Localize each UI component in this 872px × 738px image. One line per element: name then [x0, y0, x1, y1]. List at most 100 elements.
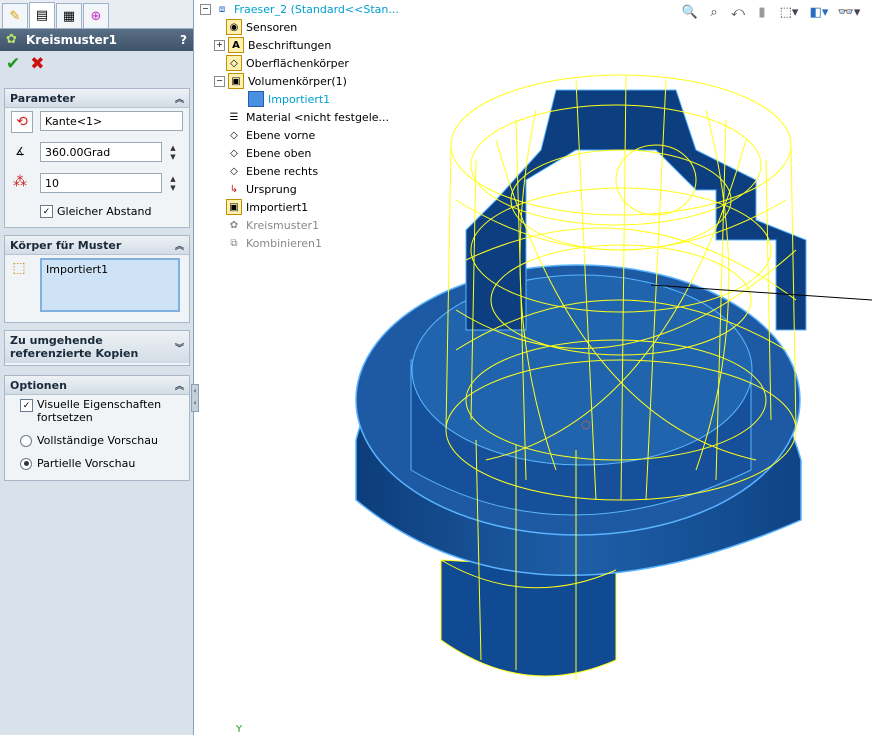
skip-instances-group: Zu umgehende referenzierte Kopien ︾	[4, 330, 190, 366]
expand-icon[interactable]: ︾	[175, 341, 184, 354]
dimxpert-tab[interactable]: ⊕	[83, 3, 109, 28]
glasses-icon: 👓▾	[837, 4, 861, 20]
radio-icon	[20, 457, 32, 470]
inner-top	[411, 274, 753, 466]
collapse-toggle-icon[interactable]: −	[200, 3, 211, 15]
section-view-button[interactable]: ▮	[752, 2, 772, 22]
parameter-header[interactable]: Parameter ︽	[5, 89, 189, 108]
tree-item-ebene-oben[interactable]: ◇ Ebene oben	[226, 144, 311, 162]
angle-spinner[interactable]: ▲ ▼	[168, 144, 178, 162]
display-style-icon: ◧▾	[809, 4, 829, 20]
instances-spinner[interactable]: ▲ ▼	[168, 175, 178, 193]
expand-toggle-icon[interactable]: +	[214, 39, 225, 51]
check-icon: ✓	[40, 205, 53, 218]
previous-view-button[interactable]: ⤺	[728, 2, 748, 22]
tree-item-kreismuster1[interactable]: ✿ Kreismuster1	[226, 216, 319, 234]
reverse-direction-icon[interactable]: ⟲	[11, 111, 33, 133]
options-header[interactable]: Optionen ︽	[5, 376, 189, 395]
full-preview-radio[interactable]: Vollständige Vorschau	[20, 434, 158, 447]
angle-icon: ∡	[15, 144, 25, 158]
angle-input[interactable]: 360.00Grad	[40, 142, 162, 162]
equal-spacing-label: Gleicher Abstand	[57, 205, 152, 218]
tree-item-label: Material <nicht festgele...	[246, 110, 390, 124]
bodies-list[interactable]: Importiert1	[40, 258, 180, 312]
tree-item-ebene-vorne[interactable]: ◇ Ebene vorne	[226, 126, 315, 144]
zoom-to-area-button[interactable]: ⌕	[704, 2, 724, 22]
edge-selection-field[interactable]: Kante<1>	[40, 111, 183, 131]
tree-item-importiert1-feature[interactable]: ▣ Importiert1	[226, 198, 308, 216]
body-icon	[248, 91, 264, 107]
view-orientation-icon: ⬚▾	[779, 4, 799, 20]
help-button[interactable]: ?	[180, 33, 187, 47]
feature-manager-icon: ✎	[9, 8, 21, 24]
hide-show-button[interactable]: 👓▾	[836, 2, 862, 22]
tree-item-ursprung[interactable]: ↳ Ursprung	[226, 180, 297, 198]
feature-manager-tab[interactable]: ✎	[2, 3, 28, 28]
bodies-list-item[interactable]: Importiert1	[46, 263, 108, 276]
angle-value: 360.00Grad	[45, 145, 111, 159]
tree-item-label: Oberflächenkörper	[246, 56, 349, 70]
tree-item-oberflaechenkoerper[interactable]: ◇ Oberflächenkörper	[226, 54, 349, 72]
cancel-button[interactable]: ✖	[30, 54, 44, 74]
tree-item-kombinieren1[interactable]: ⧉ Kombinieren1	[226, 234, 322, 252]
display-style-button[interactable]: ◧▾	[806, 2, 832, 22]
plane-icon: ◇	[230, 147, 238, 159]
collapse-toggle-icon[interactable]: −	[214, 75, 225, 87]
instances-icon: ⁂	[13, 174, 27, 190]
tree-item-beschriftungen[interactable]: + A Beschriftungen	[214, 36, 331, 54]
tree-root[interactable]: − ⧈ Fraeser_2 (Standard<<Stan...	[200, 0, 399, 18]
sensor-icon: ◉	[226, 19, 242, 35]
parameter-header-label: Parameter	[10, 91, 76, 105]
property-manager-tab[interactable]: ▤	[29, 2, 55, 28]
tree-item-label: Ursprung	[246, 182, 297, 196]
ok-button[interactable]: ✔	[6, 54, 20, 74]
pm-title-bar: ✿ Kreismuster1 ?	[0, 29, 193, 51]
configuration-manager-icon: ▦	[62, 8, 76, 24]
tree-item-material[interactable]: ☰ Material <nicht festgele...	[226, 108, 390, 126]
y-axis-label: Y	[235, 724, 243, 735]
property-manager-icon: ▤	[35, 8, 49, 23]
previous-view-icon: ⤺	[731, 4, 745, 20]
tree-item-label: Ebene vorne	[246, 128, 316, 142]
partial-preview-label: Partielle Vorschau	[37, 457, 136, 470]
view-orientation-button[interactable]: ⬚▾	[776, 2, 802, 22]
tree-item-label: Volumenkörper(1)	[248, 74, 347, 88]
heads-up-toolbar: 🔍 ⌕ ⤺ ▮ ⬚▾ ◧▾ 👓▾	[680, 2, 862, 22]
bodies-header-label: Körper für Muster	[10, 238, 122, 252]
equal-spacing-checkbox[interactable]: ✓ Gleicher Abstand	[40, 205, 151, 218]
tree-item-volumenkoerper[interactable]: − ▣ Volumenkörper(1)	[214, 72, 347, 90]
collapse-icon[interactable]: ︽	[175, 239, 184, 252]
ok-cancel-row: ✔ ✖	[0, 51, 193, 77]
section-view-icon: ▮	[758, 4, 766, 20]
collapse-icon[interactable]: ︽	[175, 379, 184, 392]
circular-pattern-icon: ✿	[6, 32, 17, 47]
material-icon: ☰	[229, 111, 239, 123]
options-group: Optionen ︽ ✓ Visuelle Eigenschaften forts…	[4, 375, 190, 481]
tree-item-importiert1-body[interactable]: Importiert1	[248, 90, 330, 108]
part-icon: ⧈	[218, 3, 226, 15]
tree-item-label: Ebene rechts	[246, 164, 319, 178]
parameter-group: Parameter ︽ ⟲ Kante<1> ∡ 360.00Grad ▲ ▼ ⁂ …	[4, 88, 190, 228]
configuration-manager-tab[interactable]: ▦	[56, 3, 82, 28]
visual-props-checkbox[interactable]: ✓ Visuelle Eigenschaften fortsetzen	[20, 398, 162, 424]
skip-header[interactable]: Zu umgehende referenzierte Kopien ︾	[5, 331, 189, 363]
instances-input[interactable]: 10	[40, 173, 162, 193]
collapse-icon[interactable]: ︽	[175, 92, 184, 105]
tree-item-ebene-rechts[interactable]: ◇ Ebene rechts	[226, 162, 318, 180]
solid-body-icon: ▣	[228, 73, 244, 89]
tree-item-sensoren[interactable]: ◉ Sensoren	[226, 18, 297, 36]
tree-item-label: Kombinieren1	[246, 236, 322, 250]
property-manager-panel: ✎ ▤ ▦ ⊕ ✿ Kreismuster1 ? ✔ ✖ Parameter ︽ …	[0, 0, 199, 735]
origin-icon: ↳	[229, 183, 239, 195]
bodies-header[interactable]: Körper für Muster ︽	[5, 236, 189, 255]
edge-value: Kante<1>	[45, 114, 103, 128]
pm-title: Kreismuster1	[26, 33, 117, 47]
partial-preview-radio[interactable]: Partielle Vorschau	[20, 457, 135, 470]
zoom-to-fit-button[interactable]: 🔍	[680, 2, 700, 22]
manager-tabs: ✎ ▤ ▦ ⊕	[0, 0, 193, 29]
bodies-group: Körper für Muster ︽ ⬚ Importiert1	[4, 235, 190, 323]
radio-icon	[20, 434, 32, 447]
zoom-to-fit-icon: 🔍	[681, 4, 699, 20]
dimxpert-icon: ⊕	[90, 8, 102, 24]
plane-icon: ◇	[230, 165, 238, 177]
